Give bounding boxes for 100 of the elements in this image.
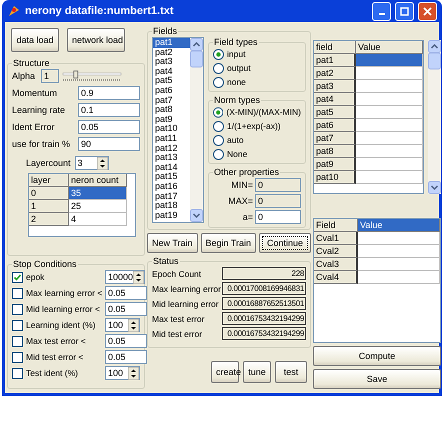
radio-label[interactable]: input	[227, 49, 246, 59]
close-button[interactable]	[418, 2, 437, 20]
input-field[interactable]: 0.05	[78, 120, 140, 134]
scrollbar[interactable]	[190, 38, 203, 222]
input-field[interactable]: 0.1	[78, 103, 140, 117]
checkbox[interactable]	[12, 368, 23, 378]
slider[interactable]	[62, 70, 122, 82]
input-field[interactable]: 0.9	[78, 86, 140, 100]
list-item[interactable]: pat7	[153, 96, 190, 106]
input-field[interactable]: 90	[78, 137, 140, 151]
spin-arrows-icon[interactable]	[128, 318, 139, 332]
column-header[interactable]: field	[314, 41, 356, 54]
input-field[interactable]: 0.05	[105, 286, 147, 300]
list-item[interactable]: pat12	[153, 144, 190, 154]
train-button[interactable]: Begin Train	[200, 233, 256, 253]
list-item[interactable]: pat10	[153, 124, 190, 134]
checkbox-label[interactable]: Mid test error <	[26, 352, 102, 362]
input-field[interactable]: 1	[41, 69, 59, 83]
checkbox-label[interactable]: Max test error <	[26, 336, 102, 346]
list-item[interactable]: pat9	[153, 114, 190, 124]
table-cell[interactable]	[356, 106, 423, 119]
spin-field[interactable]: 100	[105, 366, 140, 380]
list-item[interactable]: pat6	[153, 86, 190, 96]
list-item[interactable]: pat8	[153, 105, 190, 115]
checkbox[interactable]	[12, 336, 23, 346]
checkbox-label[interactable]: Learning ident (%)	[26, 320, 102, 330]
scrollbar[interactable]	[428, 40, 441, 194]
load-button[interactable]: data load	[11, 28, 59, 52]
list-item[interactable]: pat5	[153, 76, 190, 86]
maximize-button[interactable]	[395, 2, 414, 20]
action-button[interactable]: create	[211, 361, 239, 383]
radio-label[interactable]: auto	[227, 135, 244, 145]
spin-field[interactable]: 10000	[105, 270, 146, 284]
action-button[interactable]: tune	[243, 361, 271, 383]
list-item[interactable]: pat11	[153, 134, 190, 144]
list-box[interactable]: pat1 pat2 pat3 pat4 pat5 pat6 pat7 pat8 pat9 pat10 pat11 pat12 pat13 pat14 pat15 pat16 pat17 pat18 pat19	[152, 37, 204, 223]
input-field[interactable]: 0	[255, 210, 301, 224]
list-item[interactable]: pat15	[153, 172, 190, 182]
column-header[interactable]: Field	[314, 219, 358, 232]
list-item[interactable]: pat17	[153, 192, 190, 202]
spin-field[interactable]: 3	[74, 156, 109, 170]
checkbox[interactable]	[12, 272, 23, 282]
table-cell[interactable]: 25	[69, 200, 127, 213]
train-button[interactable]: Continue	[259, 233, 311, 253]
table-cell[interactable]	[356, 145, 423, 158]
table-cell[interactable]	[356, 171, 423, 184]
radio-label[interactable]: (X-MIN)/(MAX-MIN)	[226, 107, 301, 117]
list-item[interactable]: pat4	[153, 66, 190, 76]
checkbox[interactable]	[12, 352, 23, 362]
radio-label[interactable]: none	[227, 77, 246, 87]
table-cell[interactable]	[358, 232, 440, 245]
table-cell[interactable]: 35	[69, 187, 127, 200]
input-field[interactable]: 0.05	[105, 302, 147, 316]
table-cell[interactable]	[358, 271, 440, 284]
list-item[interactable]: pat2	[153, 48, 190, 58]
table-cell[interactable]	[356, 54, 423, 67]
table-cell[interactable]: 4	[69, 213, 127, 226]
radio-label[interactable]: None	[227, 149, 248, 159]
table-cell[interactable]	[358, 245, 440, 258]
radio-icon[interactable]	[213, 106, 224, 118]
checkbox-label[interactable]: Mid learning error <	[26, 304, 102, 314]
spin-arrows-icon[interactable]	[133, 270, 144, 284]
table-cell[interactable]	[356, 67, 423, 80]
table-cell[interactable]	[356, 158, 423, 171]
checkbox[interactable]	[12, 304, 23, 314]
spin-arrows-icon[interactable]	[128, 366, 139, 380]
list-item[interactable]: pat14	[153, 162, 190, 172]
column-header[interactable]: Value	[356, 41, 423, 54]
list-item[interactable]: pat18	[153, 201, 190, 211]
checkbox-label[interactable]: Max learning error <	[26, 288, 102, 298]
list-item[interactable]: pat13	[153, 153, 190, 163]
list-item[interactable]: pat1	[153, 38, 190, 48]
spin-field[interactable]: 100	[105, 318, 140, 332]
action-button[interactable]: test	[275, 361, 307, 383]
table-cell[interactable]	[356, 93, 423, 106]
column-header[interactable]: Value	[358, 219, 440, 232]
input-field[interactable]: 0.05	[105, 350, 147, 364]
input-field[interactable]: 0.05	[105, 334, 147, 348]
table-cell[interactable]	[356, 132, 423, 145]
radio-icon[interactable]	[213, 120, 224, 132]
table-cell[interactable]	[356, 119, 423, 132]
checkbox[interactable]	[12, 320, 23, 330]
compute-button[interactable]: Compute	[313, 346, 441, 366]
radio-icon[interactable]	[213, 148, 224, 160]
checkbox-label[interactable]: Test ident (%)	[26, 368, 102, 378]
radio-icon[interactable]	[213, 134, 224, 146]
radio-label[interactable]: output	[227, 63, 251, 73]
list-item[interactable]: pat3	[153, 57, 190, 67]
minimize-button[interactable]	[372, 2, 391, 20]
save-button[interactable]: Save	[313, 369, 441, 389]
radio-icon[interactable]	[213, 76, 224, 88]
list-item[interactable]: pat19	[153, 210, 190, 220]
train-button[interactable]: New Train	[147, 233, 198, 253]
table-cell[interactable]	[356, 80, 423, 93]
load-button[interactable]: network load	[67, 28, 125, 52]
table-cell[interactable]	[358, 258, 440, 271]
checkbox-label[interactable]: epok	[26, 272, 102, 282]
list-item[interactable]: pat16	[153, 182, 190, 192]
radio-icon[interactable]	[213, 62, 224, 74]
checkbox[interactable]	[12, 288, 23, 298]
